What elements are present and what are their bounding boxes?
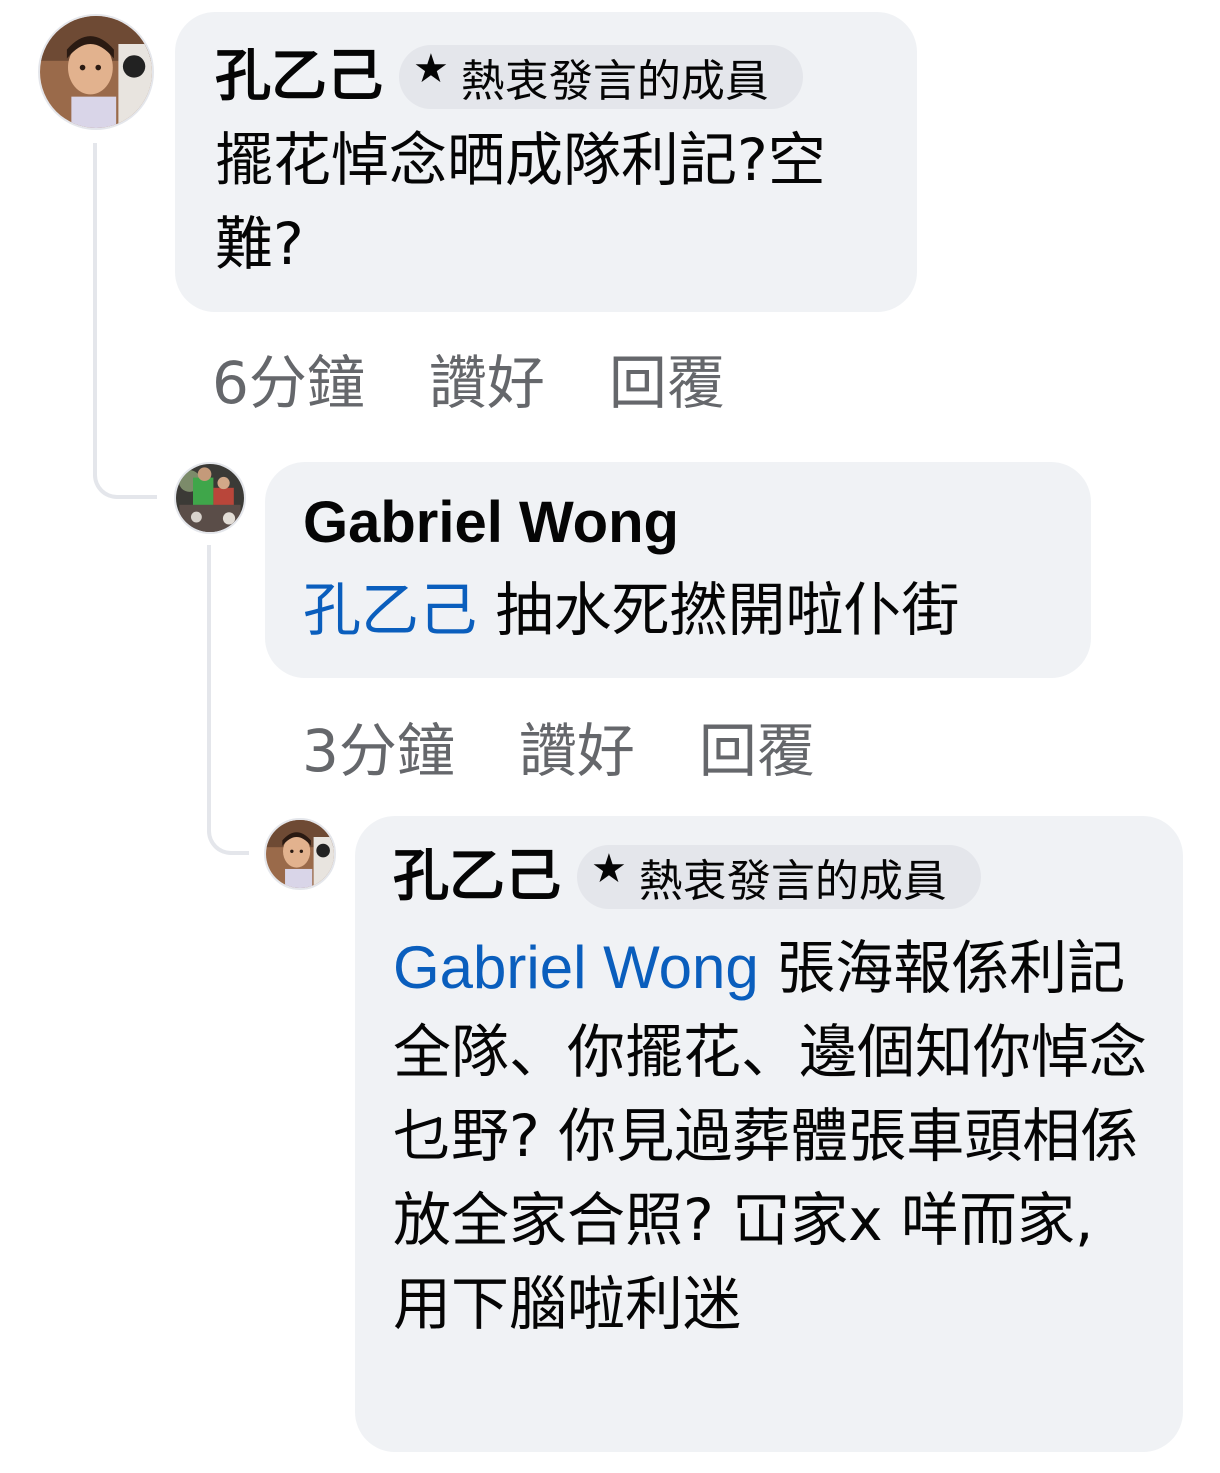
comment-bubble: 孔乙己 ★ 熱衷發言的成員 擺花悼念晒成隊利記?空難? [175,12,917,312]
comment-text: 擺花悼念晒成隊利記?空難? [215,126,826,278]
like-button[interactable]: 讚好 [519,704,635,788]
badge-label: 熱衷發言的成員 [638,856,947,907]
comment-author[interactable]: 孔乙己 [215,42,383,112]
avatar[interactable] [264,818,336,890]
mention-link[interactable]: 孔乙己 [303,576,477,644]
reply-button[interactable]: 回覆 [699,704,815,788]
comment-author[interactable]: Gabriel Wong [303,488,679,558]
member-badge[interactable]: ★ 熱衷發言的成員 [399,45,803,109]
thread-connector-2 [207,545,249,855]
avatar-photo-child-icon [40,16,152,128]
comment-time[interactable]: 6分鐘 [212,336,365,420]
comment-bubble: 孔乙己 ★ 熱衷發言的成員 Gabriel Wong 張海報係利記全隊、你擺花、… [355,816,1183,1452]
comment-time[interactable]: 3分鐘 [302,704,455,788]
mention-link[interactable]: Gabriel Wong [393,934,759,1001]
avatar[interactable] [38,14,154,130]
like-button[interactable]: 讚好 [429,336,545,420]
star-icon: ★ [591,846,627,892]
avatar-photo-child-icon [266,820,334,888]
comment-actions: 6分鐘 讚好 回覆 [212,336,789,420]
reply-button[interactable]: 回覆 [609,336,725,420]
member-badge[interactable]: ★ 熱衷發言的成員 [577,845,981,909]
avatar-photo-crowd-icon [176,464,244,532]
star-icon: ★ [413,46,449,92]
comment-text: 孔乙己 抽水死撚開啦仆街 [303,576,960,644]
comment-actions: 3分鐘 讚好 回覆 [302,704,879,788]
badge-label: 熱衷發言的成員 [460,56,769,107]
thread-connector-1 [93,143,157,499]
avatar[interactable] [174,462,246,534]
comment-bubble: Gabriel Wong 孔乙己 抽水死撚開啦仆街 [265,462,1091,678]
comment-text: Gabriel Wong 張海報係利記全隊、你擺花、邊個知你悼念乜野? 你見過葬… [393,934,1148,1338]
comment-author[interactable]: 孔乙己 [393,842,561,912]
